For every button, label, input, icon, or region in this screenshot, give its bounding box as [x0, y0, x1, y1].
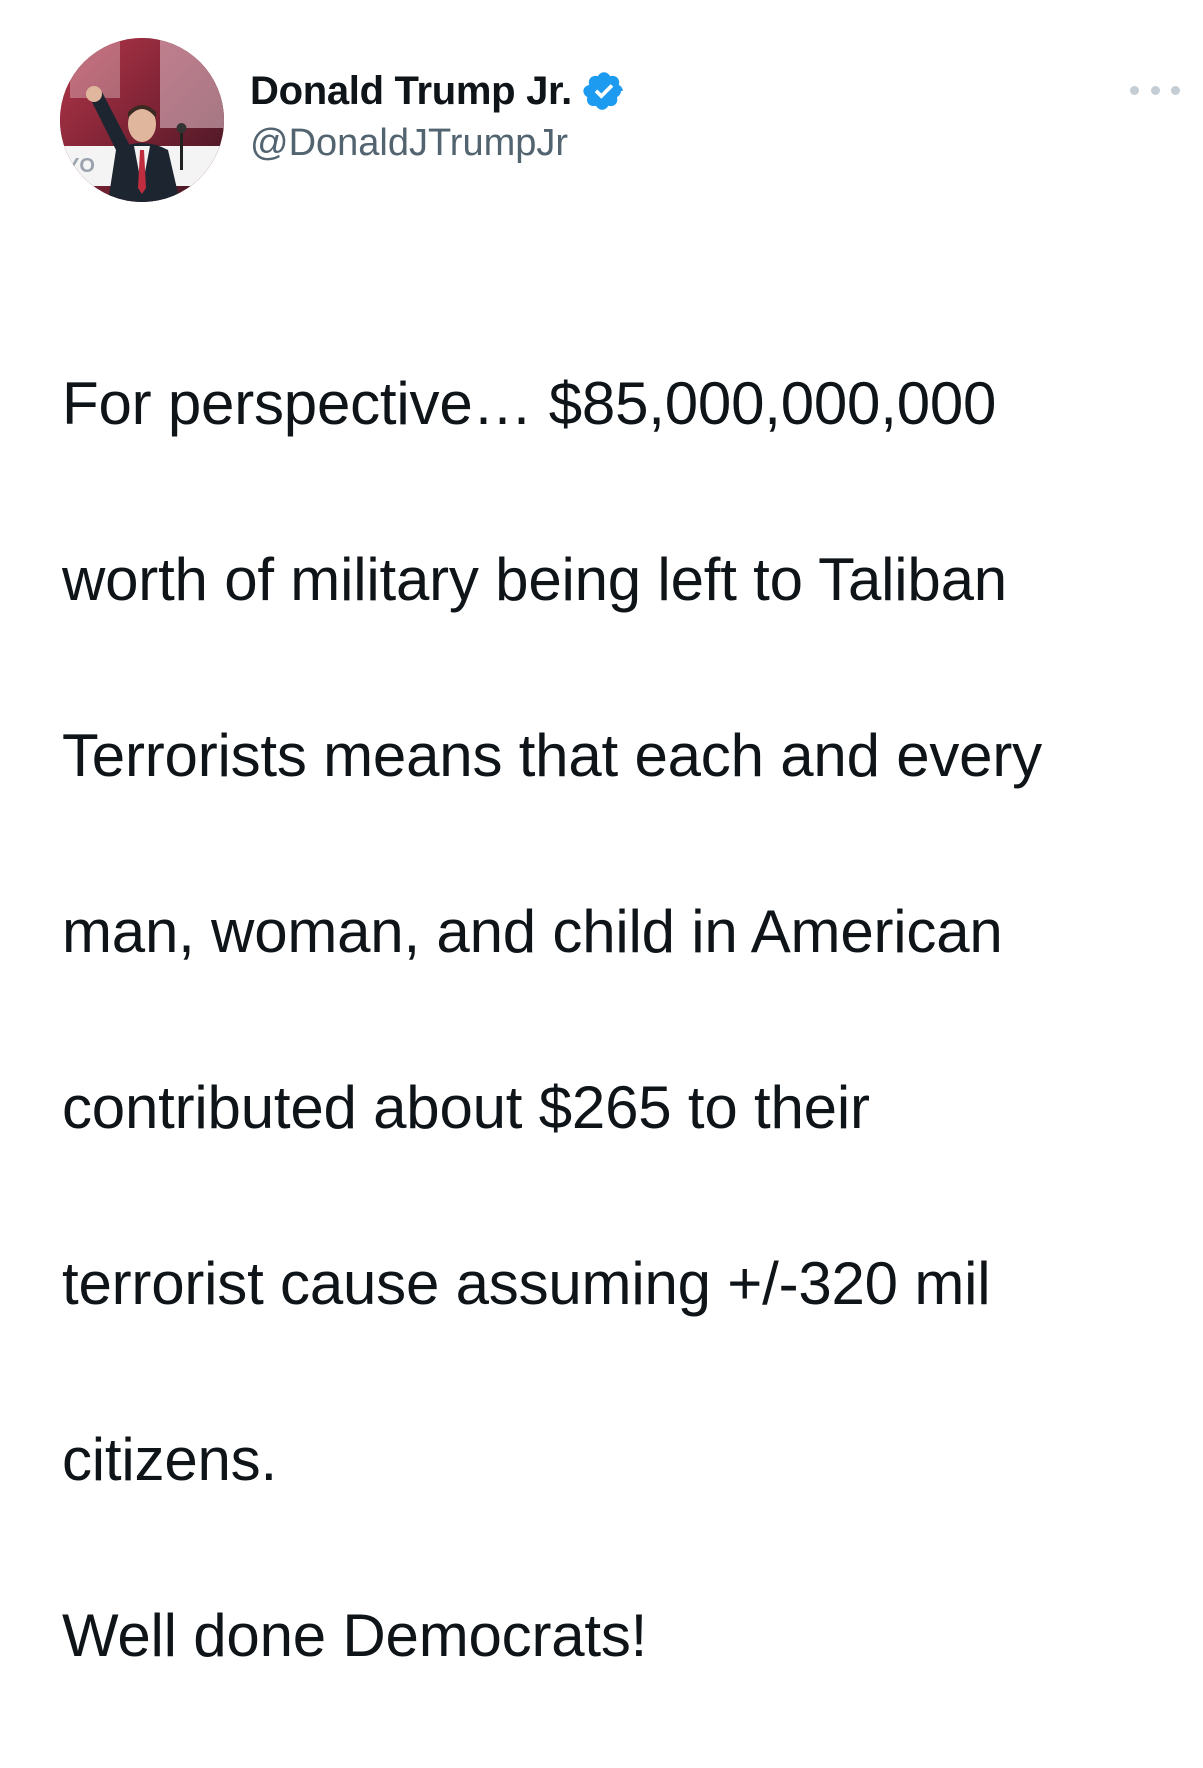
menu-dot [1171, 85, 1180, 95]
author-block: Donald Trump Jr. @DonaldJTrumpJr [250, 66, 626, 165]
verified-badge-icon [582, 69, 626, 113]
author-display-name[interactable]: Donald Trump Jr. [250, 69, 572, 114]
tweet-text-line: worth of military being left to Taliban [62, 546, 1007, 613]
profile-photo-icon: YO [60, 38, 224, 202]
tweet-text-line: contributed about $265 to their [62, 1074, 870, 1141]
avatar[interactable]: YO [60, 38, 224, 202]
tweet-text-line: terrorist cause assuming +/-320 mil [62, 1250, 991, 1317]
tweet-text-line: Well done Democrats! [62, 1602, 648, 1669]
tweet-text-line: Terrorists means that each and every [62, 722, 1042, 789]
tweet-text-line: For perspective… $85,000,000,000 [62, 370, 997, 437]
menu-dot [1130, 85, 1139, 95]
more-options-icon[interactable] [1130, 80, 1180, 100]
name-row: Donald Trump Jr. [250, 66, 626, 116]
tweet-card: YO Donald Trump Jr. @DonaldJTrumpJr For … [0, 0, 1203, 1669]
tweet-text-line: citizens. [62, 1426, 277, 1493]
author-handle[interactable]: @DonaldJTrumpJr [250, 122, 626, 165]
menu-dot [1150, 85, 1160, 95]
tweet-text-line: man, woman, and child in American [62, 898, 1003, 965]
avatar-sign-text: YO [66, 155, 95, 177]
tweet-text: For perspective… $85,000,000,000 worth o… [62, 272, 1182, 1768]
